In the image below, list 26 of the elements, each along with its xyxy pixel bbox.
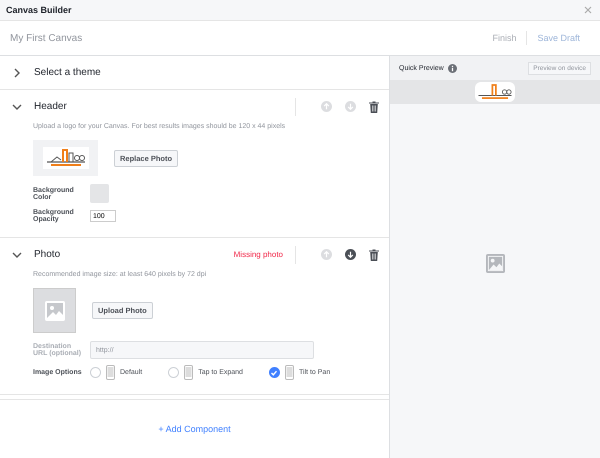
trash-icon[interactable] (369, 248, 379, 260)
window-title: Canvas Builder (6, 5, 72, 15)
phone-icon (184, 365, 194, 380)
color-swatch[interactable] (90, 184, 109, 203)
chevron-icon[interactable] (12, 250, 22, 260)
radio-button[interactable] (90, 367, 101, 378)
radio-button[interactable] (168, 367, 180, 378)
radio-button[interactable] (268, 367, 280, 378)
section-title[interactable]: Header (34, 101, 67, 112)
warning-text: Missing photo (234, 250, 283, 259)
section-title[interactable]: Photo (34, 249, 60, 260)
logo-drawing (475, 82, 515, 102)
chevron-icon[interactable] (12, 102, 22, 112)
logo-drawing (42, 147, 88, 169)
phone-icon (284, 365, 294, 380)
image-icon (44, 300, 64, 320)
image-icon (486, 254, 504, 273)
chevron-icon[interactable] (12, 68, 22, 78)
close-icon[interactable] (584, 6, 592, 14)
move-down-icon[interactable] (345, 249, 356, 260)
canvas-name: My First Canvas (10, 32, 82, 44)
phone-icon (106, 365, 115, 380)
add-component-link[interactable]: + Add Component (152, 423, 237, 435)
trash-icon[interactable] (369, 100, 379, 112)
section-title[interactable]: Select a theme (34, 67, 101, 78)
info-icon[interactable] (448, 64, 457, 72)
